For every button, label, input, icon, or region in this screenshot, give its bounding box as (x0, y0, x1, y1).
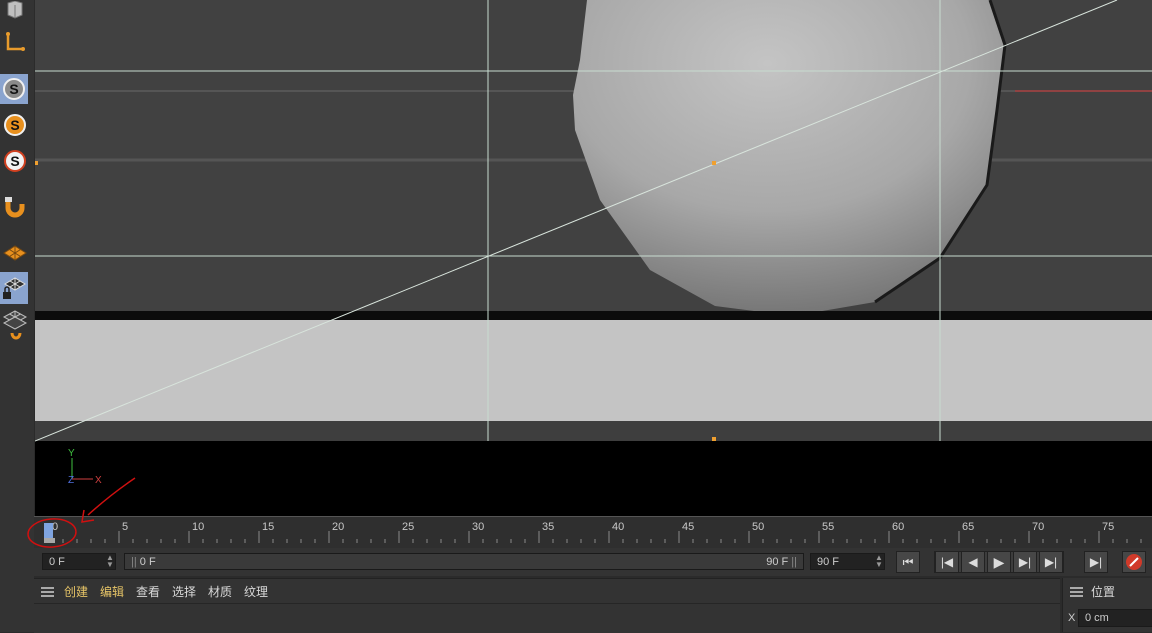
skip-end-icon: ▶| (1044, 555, 1058, 569)
floor-plane (35, 320, 1152, 421)
floor-edge (35, 421, 1152, 441)
transport-bar: 0 F ▲ ▼ || 0 F 90 F || 90 F ▲ ▼ ⏮ |◀ ◀ ▶ ▶… (34, 548, 1152, 576)
panel-menu-icon[interactable] (41, 587, 54, 597)
x-label: X (1068, 612, 1076, 624)
snap-button-2[interactable]: S (0, 110, 30, 140)
position-title: 位置 (1091, 585, 1116, 599)
skip-start-icon: ⏮ (902, 554, 914, 569)
range-start-value: 0 F (139, 556, 156, 568)
snap-s-icon: S (4, 150, 26, 172)
record-button[interactable] (1122, 551, 1146, 573)
tick-label: 25 (402, 521, 415, 533)
tick-label: 30 (472, 521, 485, 533)
max-frame-field[interactable]: 90 F (810, 553, 885, 570)
range-end-value: 90 F (766, 556, 789, 568)
menu-texture[interactable]: 纹理 (244, 583, 268, 600)
range-handle-right-icon[interactable]: || (791, 556, 797, 568)
menu-edit[interactable]: 编辑 (100, 583, 124, 600)
frame-range-slider[interactable]: || 0 F 90 F || (124, 553, 804, 570)
snap-s-icon: S (3, 78, 25, 100)
snap-button-3[interactable]: S (0, 146, 30, 176)
range-end-group: 90 F || (766, 554, 797, 571)
step-forward-icon: ▶| (1018, 555, 1032, 569)
tick-label: 45 (682, 521, 695, 533)
tick-label: 10 (192, 521, 205, 533)
menu-view[interactable]: 查看 (136, 583, 160, 600)
axis-l-icon[interactable] (0, 27, 30, 57)
tick-label: 75 (1102, 521, 1115, 533)
snap-s-icon: S (4, 114, 26, 136)
left-marker (35, 161, 38, 165)
tick-label: 35 (542, 521, 555, 533)
object-center-marker (712, 161, 716, 165)
play-button[interactable]: ▶ (987, 551, 1011, 573)
viewport-3d[interactable]: Y X Z (35, 0, 1152, 516)
annotation-circle (27, 518, 77, 548)
viewport-black-area (35, 441, 1152, 516)
tick-label: 65 (962, 521, 975, 533)
menu-divider (34, 603, 1060, 604)
menu-select[interactable]: 选择 (172, 583, 196, 600)
prev-key-button[interactable]: |◀ (935, 551, 959, 573)
gizmo-y-label: Y (68, 448, 75, 459)
tick-label: 70 (1032, 521, 1045, 533)
next-frame-button[interactable]: ▶| (1013, 551, 1037, 573)
tick-label: 55 (822, 521, 835, 533)
timeline-ruler[interactable]: 0 5 10 15 20 25 30 35 40 45 50 55 60 65 70 75 (34, 516, 1152, 549)
max-frame-value: 90 F (817, 556, 840, 568)
material-manager-panel: 创建 编辑 查看 选择 材质 纹理 (34, 578, 1060, 633)
grid-plane-icon[interactable] (0, 238, 30, 268)
cube-icon[interactable] (0, 0, 30, 20)
x-position-value: 0 cm (1085, 612, 1109, 624)
panel-menu-icon[interactable] (1070, 587, 1083, 597)
tick-label: 40 (612, 521, 625, 533)
locked-grid-icon[interactable] (0, 272, 28, 304)
current-frame-field[interactable]: 0 F (42, 553, 116, 570)
annotation-arrow (87, 477, 136, 516)
floor-shadow (35, 311, 1152, 320)
annotation-overlay (27, 477, 136, 548)
current-frame-value: 0 F (49, 556, 65, 568)
go-end-icon: ▶| (1089, 555, 1103, 569)
magnet-icon[interactable] (0, 192, 30, 222)
next-key-button[interactable]: ▶| (1039, 551, 1063, 573)
x-position-field[interactable]: 0 cm (1078, 609, 1152, 627)
coordinates-panel: 位置 X 0 cm (1062, 578, 1152, 632)
prev-key-icon: |◀ (940, 555, 954, 569)
prev-frame-button[interactable]: ◀ (961, 551, 985, 573)
bottom-marker (712, 437, 716, 441)
menu-material[interactable]: 材质 (208, 583, 232, 600)
grid-options-icon[interactable] (0, 308, 30, 344)
go-to-start-button[interactable]: ⏮ (896, 551, 920, 573)
record-icon (1126, 554, 1142, 570)
stepper-arrows-icon[interactable]: ▲ ▼ (106, 554, 114, 569)
range-handle-left-icon[interactable]: || (131, 556, 140, 568)
tick-label: 20 (332, 521, 345, 533)
viewport-canvas: Y X Z (35, 0, 1152, 516)
play-icon: ▶ (993, 553, 1005, 570)
go-to-end-button[interactable]: ▶| (1084, 551, 1108, 573)
stepper-arrows-icon[interactable]: ▲ ▼ (875, 554, 883, 569)
menu-create[interactable]: 创建 (64, 583, 88, 600)
step-back-icon: ◀ (968, 555, 978, 569)
snap-button[interactable]: S (0, 74, 28, 104)
tick-label: 50 (752, 521, 765, 533)
tick-label: 60 (892, 521, 905, 533)
tick-label: 15 (262, 521, 275, 533)
